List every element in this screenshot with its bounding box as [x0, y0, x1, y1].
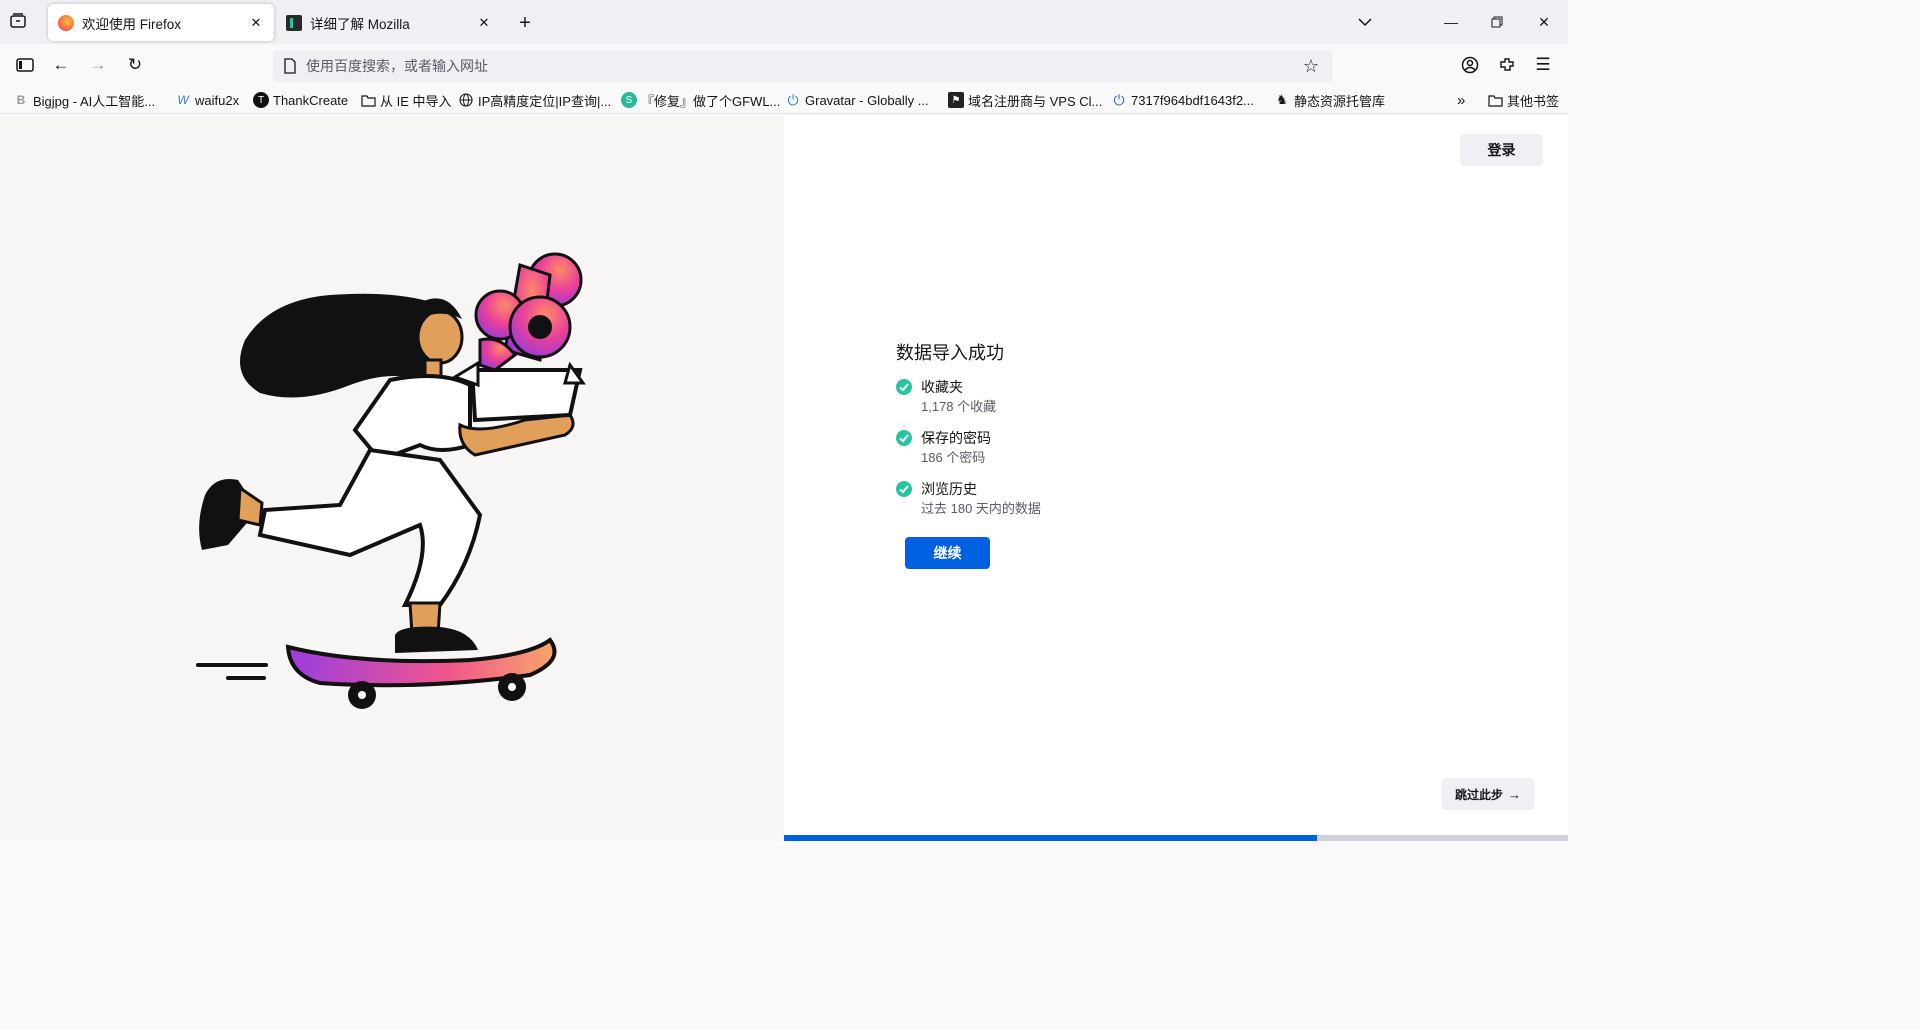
bookmark-item[interactable]: ⏻ 7317f964bdf1643f2... [1111, 91, 1254, 109]
tab-mozilla[interactable]: 详细了解 Mozilla ✕ [276, 4, 502, 41]
arrow-right-icon: → [1508, 786, 1521, 802]
back-icon[interactable]: ← [46, 50, 76, 80]
bookmark-label: Bigjpg - AI人工智能... [33, 93, 156, 109]
import-success-pane: 登录 数据导入成功 收藏夹 1,178 个收藏 保存的密码 186 个密码 浏览… [784, 115, 1568, 841]
tab-list-icon[interactable] [8, 11, 32, 33]
deer-icon: ♞ [1276, 92, 1288, 107]
bookmark-label: 7317f964bdf1643f2... [1131, 92, 1254, 108]
import-item-count: 186 个密码 [921, 450, 986, 465]
bookmark-label: 『修复』做了个GFWL... [641, 93, 781, 109]
check-icon [896, 379, 912, 395]
bookmark-item[interactable]: IP高精度定位|IP查询|... [458, 91, 611, 109]
import-item-title: 保存的密码 [921, 430, 991, 446]
import-item-count: 过去 180 天内的数据 [921, 501, 1041, 516]
import-item-title: 浏览历史 [921, 481, 977, 497]
tab-welcome[interactable]: 欢迎使用 Firefox ✕ [48, 4, 274, 41]
forward-icon[interactable]: → [83, 50, 113, 80]
s-logo-icon: S [621, 92, 637, 108]
check-icon [896, 430, 912, 446]
bookmark-item[interactable]: W waifu2x [175, 91, 239, 109]
bookmark-item[interactable]: S 『修复』做了个GFWL... [621, 91, 780, 109]
page-icon [283, 58, 297, 79]
bookmark-label: 域名注册商与 VPS Cl... [968, 93, 1103, 109]
skip-label: 跳过此步 [1454, 787, 1503, 802]
bookmark-label: 静态资源托管库 [1294, 93, 1386, 109]
bookmark-star-icon[interactable]: ☆ [1303, 56, 1319, 77]
illustration-pane [0, 115, 784, 841]
bookmark-item[interactable]: ⏻ Gravatar - Globally ... [785, 91, 929, 109]
other-bookmarks-folder[interactable]: 其他书签 [1487, 91, 1559, 109]
power-icon: ⏻ [1113, 91, 1125, 108]
bookmark-label: Gravatar - Globally ... [805, 92, 929, 108]
tab-label: 详细了解 Mozilla [310, 16, 410, 32]
bookmark-label: 从 IE 中导入 [380, 93, 452, 109]
firefox-icon [58, 14, 74, 31]
waifu2x-icon: W [177, 93, 189, 107]
registrar-icon: ⚑ [948, 92, 964, 108]
url-placeholder[interactable]: 使用百度搜索，或者输入网址 [306, 56, 488, 76]
bookmark-label: waifu2x [195, 92, 240, 108]
new-tab-icon[interactable]: + [512, 10, 538, 36]
gravatar-icon: ⏻ [787, 91, 799, 108]
page-content: 登录 数据导入成功 收藏夹 1,178 个收藏 保存的密码 186 个密码 浏览… [0, 115, 1568, 841]
thankcreate-icon: T [253, 92, 269, 108]
url-bar[interactable]: 使用百度搜索，或者输入网址 ☆ [273, 50, 1333, 82]
close-window-icon[interactable]: ✕ [1521, 0, 1567, 44]
progress-fill [784, 835, 1318, 841]
menu-icon[interactable]: ☰ [1528, 50, 1558, 80]
extensions-icon[interactable] [1492, 50, 1522, 80]
globe-icon [458, 92, 474, 108]
bookmarks-overflow-chevron-icon[interactable]: » [1457, 91, 1465, 109]
continue-button[interactable]: 继续 [905, 537, 990, 569]
bookmark-label: 其他书签 [1507, 93, 1560, 109]
mozilla-icon [286, 14, 302, 31]
import-item-title: 收藏夹 [921, 379, 963, 395]
sidebar-toggle-icon[interactable] [10, 50, 40, 80]
minimize-icon[interactable]: — [1428, 0, 1474, 44]
restore-icon[interactable] [1474, 0, 1520, 44]
tab-overflow-chevron-icon[interactable] [1355, 12, 1379, 34]
bookmark-label: IP高精度定位|IP查询|... [478, 93, 612, 109]
page-title: 数据导入成功 [896, 343, 1004, 363]
signin-button[interactable]: 登录 [1460, 134, 1543, 166]
bookmarks-toolbar: B Bigjpg - AI人工智能... W waifu2x T ThankCr… [0, 86, 1568, 114]
bookmark-item[interactable]: B Bigjpg - AI人工智能... [13, 91, 155, 109]
folder-icon [360, 92, 376, 108]
bigjpg-icon: B [16, 93, 26, 107]
bookmark-item[interactable]: ⚑ 域名注册商与 VPS Cl... [948, 91, 1102, 109]
import-item-count: 1,178 个收藏 [921, 399, 997, 414]
bookmark-folder[interactable]: 从 IE 中导入 [360, 91, 452, 109]
check-icon [896, 481, 912, 497]
bookmark-label: ThankCreate [273, 92, 349, 108]
tab-strip: 欢迎使用 Firefox ✕ 详细了解 Mozilla ✕ + — ✕ [0, 0, 1568, 44]
skateboarder-illustration [196, 252, 586, 709]
reload-icon[interactable]: ↻ [120, 50, 150, 80]
close-tab-icon[interactable]: ✕ [248, 15, 264, 31]
account-icon[interactable] [1455, 50, 1485, 80]
close-tab-icon[interactable]: ✕ [476, 15, 492, 31]
tab-label: 欢迎使用 Firefox [82, 16, 182, 32]
skip-button[interactable]: 跳过此步 → [1442, 778, 1534, 810]
progress-bar [784, 835, 1568, 841]
folder-icon [1487, 92, 1503, 108]
bookmark-item[interactable]: ♞ 静态资源托管库 [1274, 91, 1385, 109]
bookmark-item[interactable]: T ThankCreate [253, 91, 348, 109]
